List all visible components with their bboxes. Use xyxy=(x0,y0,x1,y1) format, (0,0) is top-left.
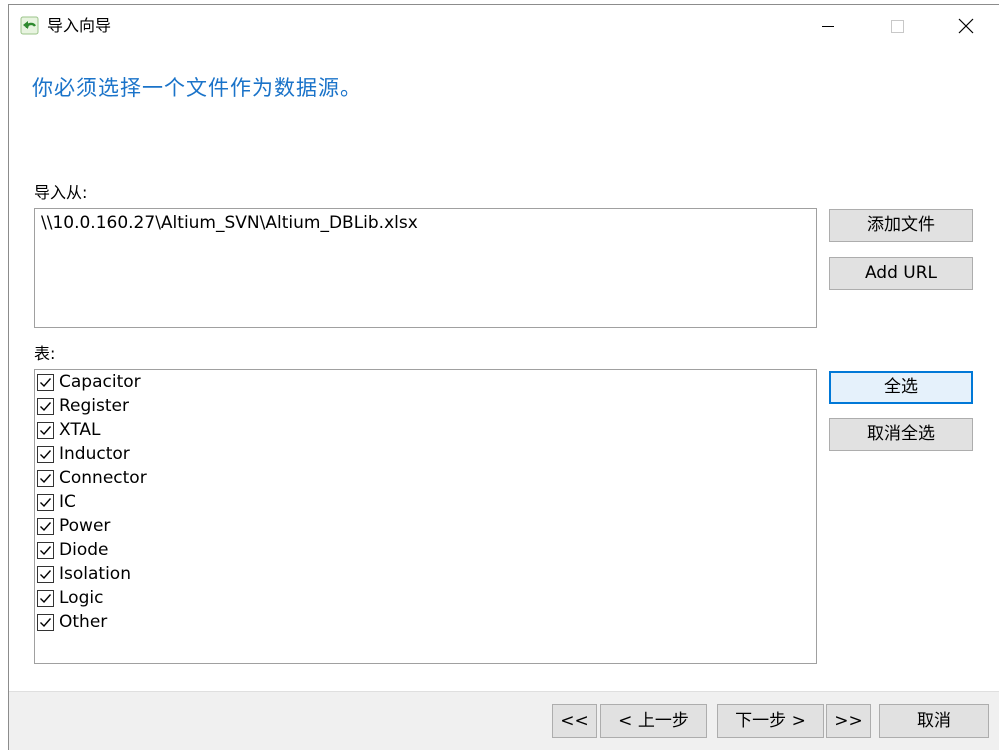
table-name-label: Other xyxy=(59,612,108,632)
checkmark-icon xyxy=(40,545,52,555)
next-button[interactable]: 下一步 > xyxy=(717,704,824,738)
import-from-label: 导入从: xyxy=(34,183,88,202)
table-name-label: Inductor xyxy=(59,444,130,464)
table-list-item[interactable]: Logic xyxy=(37,586,103,610)
table-name-label: Connector xyxy=(59,468,147,488)
minimize-button[interactable] xyxy=(805,5,851,47)
minimize-icon xyxy=(822,26,834,27)
table-list-item[interactable]: XTAL xyxy=(37,418,101,442)
table-name-label: Diode xyxy=(59,540,109,560)
cancel-button[interactable]: 取消 xyxy=(879,704,989,738)
select-all-button[interactable]: 全选 xyxy=(829,371,973,404)
table-checkbox[interactable] xyxy=(37,517,54,535)
table-name-label: Isolation xyxy=(59,564,131,584)
title-bar: 导入向导 xyxy=(9,5,999,47)
table-name-label: IC xyxy=(59,492,76,512)
table-checkbox[interactable] xyxy=(37,493,54,511)
background-window-edge xyxy=(0,0,8,750)
checkmark-icon xyxy=(40,449,52,459)
import-wizard-app-icon xyxy=(20,16,39,35)
checkmark-icon xyxy=(40,377,52,387)
tables-checklist[interactable]: Capacitor Register XTAL Inductor Connector IC… xyxy=(34,369,817,664)
table-checkbox[interactable] xyxy=(37,397,54,415)
import-source-path[interactable]: \\10.0.160.27\Altium_SVN\Altium_DBLib.xl… xyxy=(41,212,810,234)
table-name-label: Register xyxy=(59,396,129,416)
checkmark-icon xyxy=(40,497,52,507)
first-page-button[interactable]: << xyxy=(552,704,597,738)
import-wizard-dialog: 导入向导 你必须选择一个文件作为数据源。 导入从: \\10.0.160.27\… xyxy=(8,4,999,750)
import-source-list[interactable]: \\10.0.160.27\Altium_SVN\Altium_DBLib.xl… xyxy=(34,208,817,328)
deselect-all-button[interactable]: 取消全选 xyxy=(829,418,973,451)
close-button[interactable] xyxy=(943,5,989,47)
table-list-item[interactable]: Isolation xyxy=(37,562,131,586)
checkmark-icon xyxy=(40,473,52,483)
wizard-footer: << < 上一步 下一步 > >> 取消 xyxy=(9,691,999,750)
table-checkbox[interactable] xyxy=(37,613,54,631)
last-page-button[interactable]: >> xyxy=(826,704,871,738)
table-checkbox[interactable] xyxy=(37,565,54,583)
checkmark-icon xyxy=(40,569,52,579)
checkmark-icon xyxy=(40,425,52,435)
table-list-item[interactable]: IC xyxy=(37,490,76,514)
table-list-item[interactable]: Diode xyxy=(37,538,108,562)
page-heading: 你必须选择一个文件作为数据源。 xyxy=(32,76,362,100)
table-name-label: XTAL xyxy=(59,420,101,440)
table-checkbox[interactable] xyxy=(37,469,54,487)
maximize-icon xyxy=(891,20,904,33)
checkmark-icon xyxy=(40,521,52,531)
table-list-item[interactable]: Other xyxy=(37,610,107,634)
add-url-button[interactable]: Add URL xyxy=(829,257,973,290)
table-name-label: Power xyxy=(59,516,111,536)
tables-label: 表: xyxy=(34,344,56,363)
table-checkbox[interactable] xyxy=(37,421,54,439)
table-list-item[interactable]: Register xyxy=(37,394,129,418)
maximize-button[interactable] xyxy=(874,5,920,47)
table-list-item[interactable]: Inductor xyxy=(37,442,130,466)
table-checkbox[interactable] xyxy=(37,541,54,559)
table-checkbox[interactable] xyxy=(37,445,54,463)
window-title: 导入向导 xyxy=(47,16,112,35)
checkmark-icon xyxy=(40,617,52,627)
add-file-button[interactable]: 添加文件 xyxy=(829,209,973,242)
table-checkbox[interactable] xyxy=(37,373,54,391)
table-name-label: Capacitor xyxy=(59,372,141,392)
table-list-item[interactable]: Connector xyxy=(37,466,147,490)
table-list-item[interactable]: Power xyxy=(37,514,110,538)
table-list-item[interactable]: Capacitor xyxy=(37,370,141,394)
checkmark-icon xyxy=(40,401,52,411)
table-checkbox[interactable] xyxy=(37,589,54,607)
checkmark-icon xyxy=(40,593,52,603)
previous-button[interactable]: < 上一步 xyxy=(600,704,707,738)
table-name-label: Logic xyxy=(59,588,104,608)
close-icon xyxy=(958,18,974,34)
